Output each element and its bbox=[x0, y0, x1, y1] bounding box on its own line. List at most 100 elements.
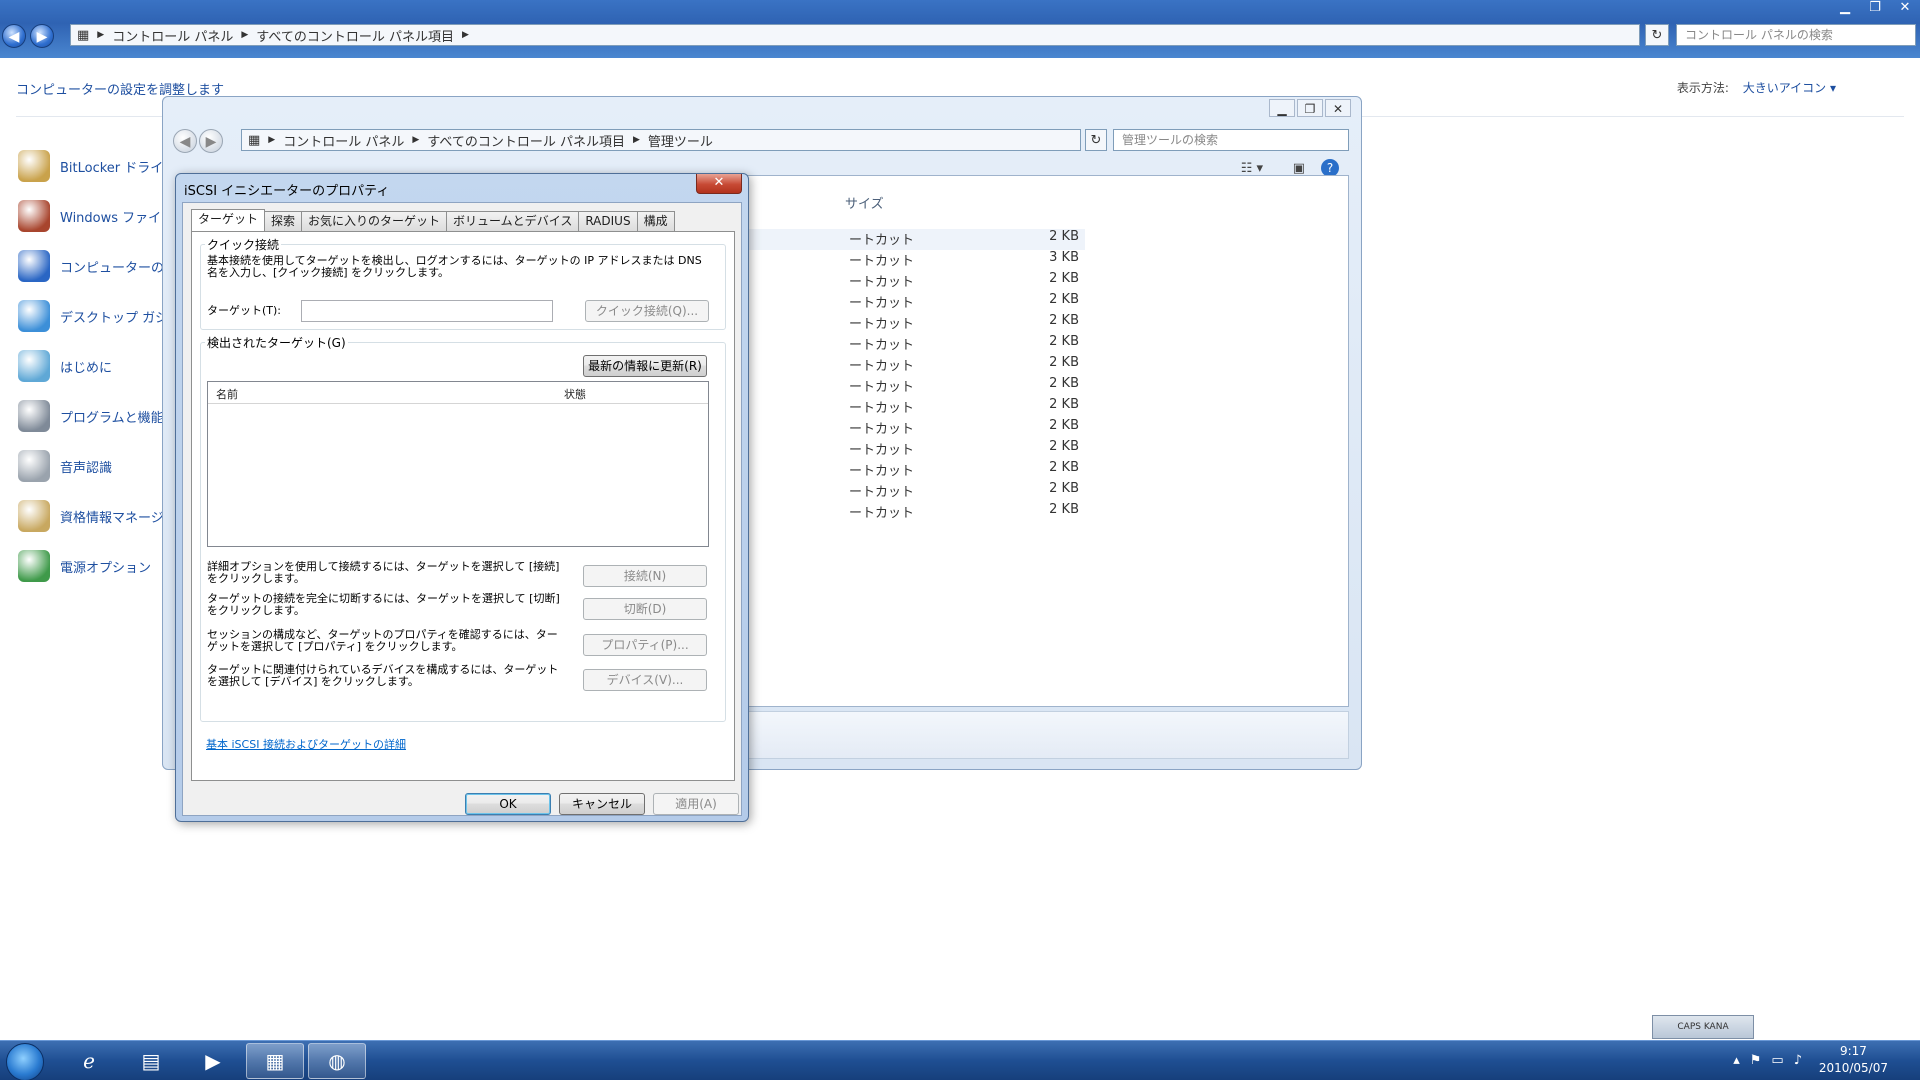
microphone-icon bbox=[18, 450, 50, 482]
table-row[interactable]: ートカット 2 KB bbox=[749, 229, 1085, 250]
disconnect-desc: ターゲットの接続を完全に切断するには、ターゲットを選択して [切断] をクリック… bbox=[207, 592, 560, 617]
admin-address-bar[interactable]: ▦ ▶ コントロール パネル ▶ すべてのコントロール パネル項目 ▶ 管理ツー… bbox=[241, 129, 1081, 151]
table-row[interactable]: ートカット 2 KB bbox=[749, 502, 1085, 523]
minimize-button[interactable]: ▁ bbox=[1830, 0, 1860, 18]
tab-discovery[interactable]: 探索 bbox=[264, 211, 303, 231]
admin-search-input[interactable]: 管理ツールの検索 bbox=[1113, 129, 1349, 151]
table-row[interactable]: ートカット 2 KB bbox=[749, 460, 1085, 481]
column-header-size[interactable]: サイズ bbox=[845, 193, 925, 212]
iscsi-help-link[interactable]: 基本 iSCSI 接続およびターゲットの詳細 bbox=[206, 736, 406, 752]
table-row[interactable]: ートカット 2 KB bbox=[749, 376, 1085, 397]
cp-item-power[interactable]: 電源オプション bbox=[18, 546, 151, 586]
viewby-dropdown[interactable]: 大きいアイコン ▾ bbox=[1743, 81, 1836, 95]
ok-button[interactable]: OK bbox=[465, 793, 551, 815]
column-header-status[interactable]: 状態 bbox=[564, 386, 586, 402]
devices-button[interactable]: デバイス(V)... bbox=[583, 669, 707, 691]
admin-restore-button[interactable]: ❐ bbox=[1297, 99, 1323, 117]
gadgets-icon bbox=[18, 300, 50, 332]
table-row[interactable]: ートカット 2 KB bbox=[749, 481, 1085, 502]
iscsi-taskbar-icon[interactable]: ◍ bbox=[308, 1043, 366, 1079]
tab-targets[interactable]: ターゲット bbox=[191, 209, 266, 231]
tray-clock[interactable]: 9:17 2010/05/07 bbox=[1819, 1043, 1888, 1077]
restore-button[interactable]: ❐ bbox=[1860, 0, 1890, 18]
forward-button[interactable]: ▶ bbox=[30, 24, 54, 48]
ease-of-access-icon bbox=[18, 250, 50, 282]
admin-window-controls: ▁ ❐ ✕ bbox=[1267, 99, 1351, 117]
discovered-targets-group: 検出されたターゲット(G) 最新の情報に更新(R) 名前 状態 詳細オプションを… bbox=[200, 334, 726, 722]
cp-item-programs[interactable]: プログラムと機能 bbox=[18, 396, 164, 436]
properties-button[interactable]: プロパティ(P)... bbox=[583, 634, 707, 656]
address-icon: ▦ bbox=[77, 27, 90, 43]
close-button[interactable]: ✕ bbox=[1890, 0, 1920, 18]
devices-desc: ターゲットに関連付けられているデバイスを構成するには、ターゲットを選択して [デ… bbox=[207, 663, 559, 688]
dialog-body: ターゲット 探索 お気に入りのターゲット ボリュームとデバイス RADIUS 構… bbox=[182, 202, 742, 816]
iscsi-properties-dialog: iSCSI イニシエーターのプロパティ ✕ ターゲット 探索 お気に入りのターゲ… bbox=[175, 173, 749, 822]
bitlocker-icon bbox=[18, 150, 50, 182]
media-player-icon[interactable]: ▶ bbox=[184, 1043, 242, 1079]
table-row[interactable]: ートカット 2 KB bbox=[749, 292, 1085, 313]
cp-item-gadgets[interactable]: デスクトップ ガジ bbox=[18, 296, 168, 336]
internet-explorer-icon[interactable]: ℯ bbox=[60, 1043, 118, 1079]
table-row[interactable]: ートカット 2 KB bbox=[749, 271, 1085, 292]
network-icon[interactable]: ▭ bbox=[1771, 1053, 1783, 1068]
cp-item-ease-of-access[interactable]: コンピューターの簡 bbox=[18, 246, 177, 286]
volume-icon[interactable]: ♪ bbox=[1794, 1053, 1802, 1068]
table-row[interactable]: ートカット 3 KB bbox=[749, 250, 1085, 271]
table-row[interactable]: ートカット 2 KB bbox=[749, 418, 1085, 439]
cp-item-speech[interactable]: 音声認識 bbox=[18, 446, 112, 486]
view-options-icon[interactable]: ☷ ▾ bbox=[1241, 161, 1263, 176]
target-input[interactable] bbox=[301, 300, 553, 322]
table-row[interactable]: ートカット 2 KB bbox=[749, 355, 1085, 376]
view-by: 表示方法: 大きいアイコン ▾ bbox=[1677, 79, 1836, 96]
admin-close-button[interactable]: ✕ bbox=[1325, 99, 1351, 117]
breadcrumb-control-panel[interactable]: コントロール パネル bbox=[106, 26, 239, 45]
breadcrumb-all-items[interactable]: すべてのコントロール パネル項目 bbox=[421, 131, 631, 150]
admin-forward-button[interactable]: ▶ bbox=[199, 129, 223, 153]
table-row[interactable]: ートカット 2 KB bbox=[749, 397, 1085, 418]
targets-tab-panel: クイック接続 基本接続を使用してターゲットを検出し、ログオンするには、ターゲット… bbox=[191, 231, 735, 781]
cp-item-firewall[interactable]: Windows ファイア bbox=[18, 196, 174, 236]
listview-header: 名前 状態 bbox=[208, 382, 708, 404]
back-button[interactable]: ◀ bbox=[2, 24, 26, 48]
dialog-close-button[interactable]: ✕ bbox=[696, 174, 742, 194]
show-hidden-icons-icon[interactable]: ▴ bbox=[1733, 1053, 1740, 1068]
admin-refresh-icon[interactable]: ↻ bbox=[1085, 129, 1107, 151]
outer-search-input[interactable]: コントロール パネルの検索 bbox=[1676, 24, 1916, 46]
admin-minimize-button[interactable]: ▁ bbox=[1269, 99, 1295, 117]
quick-connect-button[interactable]: クイック接続(Q)... bbox=[585, 300, 709, 322]
taskbar: ℯ ▤ ▶ ▦ ◍ ▴ ⚑ ▭ ♪ 9:17 2010/05/07 bbox=[0, 1040, 1920, 1080]
explorer-folder-icon[interactable]: ▤ bbox=[122, 1043, 180, 1079]
language-bar[interactable]: CAPS KANA bbox=[1652, 1015, 1754, 1039]
start-button[interactable] bbox=[6, 1043, 44, 1080]
breadcrumb-admin-tools[interactable]: 管理ツール bbox=[642, 131, 719, 150]
disconnect-button[interactable]: 切断(D) bbox=[583, 598, 707, 620]
outer-address-bar[interactable]: ▦ ▶ コントロール パネル ▶ すべてのコントロール パネル項目 ▶ bbox=[70, 24, 1640, 46]
breadcrumb-control-panel[interactable]: コントロール パネル bbox=[277, 131, 410, 150]
apply-button[interactable]: 適用(A) bbox=[653, 793, 739, 815]
control-panel-taskbar-icon[interactable]: ▦ bbox=[246, 1043, 304, 1079]
outer-window-controls: ▁ ❐ ✕ bbox=[1830, 0, 1920, 18]
column-header-name[interactable]: 名前 bbox=[216, 386, 238, 402]
action-center-flag-icon[interactable]: ⚑ bbox=[1750, 1053, 1762, 1068]
admin-back-button[interactable]: ◀ bbox=[173, 129, 197, 153]
cancel-button[interactable]: キャンセル bbox=[559, 793, 645, 815]
cp-item-credentials[interactable]: 資格情報マネージ bbox=[18, 496, 164, 536]
discovered-targets-title: 検出されたターゲット(G) bbox=[205, 334, 348, 351]
power-options-icon bbox=[18, 550, 50, 582]
tab-radius[interactable]: RADIUS bbox=[578, 211, 638, 231]
connect-button[interactable]: 接続(N) bbox=[583, 565, 707, 587]
cp-item-getting-started[interactable]: はじめに bbox=[18, 346, 112, 386]
refresh-button[interactable]: 最新の情報に更新(R) bbox=[583, 355, 707, 377]
cp-item-bitlocker[interactable]: BitLocker ドライブ bbox=[18, 146, 176, 186]
tab-favorite-targets[interactable]: お気に入りのターゲット bbox=[301, 211, 448, 231]
targets-listview[interactable]: 名前 状態 bbox=[207, 381, 709, 547]
breadcrumb-all-items[interactable]: すべてのコントロール パネル項目 bbox=[250, 26, 460, 45]
tab-volumes-devices[interactable]: ボリュームとデバイス bbox=[446, 211, 580, 231]
tab-configuration[interactable]: 構成 bbox=[636, 211, 675, 231]
target-label: ターゲット(T): bbox=[207, 304, 282, 317]
preview-pane-icon[interactable]: ▣ bbox=[1293, 161, 1305, 176]
table-row[interactable]: ートカット 2 KB bbox=[749, 334, 1085, 355]
table-row[interactable]: ートカット 2 KB bbox=[749, 439, 1085, 460]
table-row[interactable]: ートカット 2 KB bbox=[749, 313, 1085, 334]
refresh-icon[interactable]: ↻ bbox=[1645, 24, 1669, 46]
